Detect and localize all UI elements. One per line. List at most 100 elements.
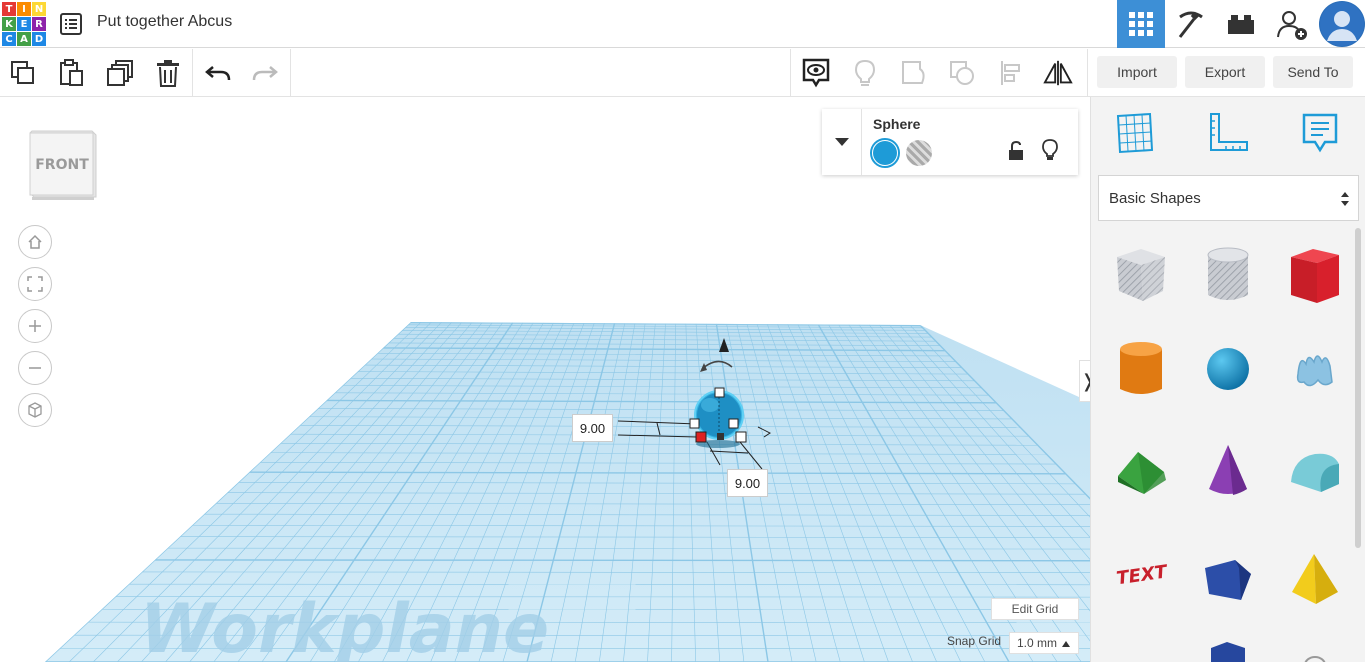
shape-round-roof[interactable] (1285, 439, 1345, 503)
redo-icon (252, 66, 278, 81)
grid-view-button[interactable] (1117, 0, 1165, 48)
edit-toolbar: Import Export Send To (0, 49, 1365, 97)
send-to-button[interactable]: Send To (1273, 56, 1353, 88)
panel-scrollbar[interactable] (1355, 228, 1361, 548)
edit-grid-button[interactable]: Edit Grid (991, 598, 1079, 620)
ungroup-button[interactable] (947, 58, 977, 88)
workplane-tool-button[interactable] (1113, 111, 1157, 155)
group-icon (902, 61, 925, 84)
logo-letter: R (32, 17, 46, 31)
pyramid-icon (1292, 554, 1338, 604)
logo-letter: N (32, 2, 46, 16)
group-button[interactable] (899, 58, 929, 88)
shape-roof[interactable] (1111, 439, 1171, 503)
blocks-button[interactable] (1167, 0, 1215, 48)
box-hole-icon (1117, 249, 1165, 301)
lock-button[interactable] (1008, 140, 1024, 166)
text-shape-icon: TEXT (1115, 561, 1170, 589)
redo-button[interactable] (250, 58, 280, 88)
torus-icon (1304, 656, 1326, 662)
3d-viewport[interactable]: Workplane FRONT 9.00 9.00 Sphere Edit Gr… (0, 97, 1090, 662)
top-header: TIN KER CAD Put together Abcus (0, 0, 1365, 48)
lightbulb-icon (854, 59, 876, 86)
minus-icon (29, 367, 41, 369)
undo-icon (205, 66, 231, 81)
shape-category-select[interactable]: Basic Shapes (1098, 175, 1359, 221)
shape-sphere[interactable] (1198, 337, 1258, 401)
shape-inspector: Sphere (822, 109, 1078, 175)
copy-button[interactable] (8, 58, 38, 88)
snap-grid-value: 1.0 mm (1017, 636, 1058, 650)
height-dimension-input[interactable]: 9.00 (572, 414, 613, 442)
shape-polygon[interactable] (1198, 641, 1258, 662)
notes-visibility-button[interactable] (801, 58, 831, 88)
shape-cylinder[interactable] (1111, 337, 1171, 401)
ruler-icon (1210, 113, 1248, 151)
view-cube[interactable]: FRONT (26, 125, 100, 201)
fit-icon (27, 276, 43, 292)
solid-color-swatch[interactable] (870, 138, 900, 168)
shapes-panel: Basic Shapes TEXT (1090, 97, 1365, 662)
shape-text[interactable]: TEXT (1111, 541, 1171, 605)
design-title[interactable]: Put together Abcus (97, 13, 232, 31)
ungroup-icon (950, 61, 974, 85)
pickaxe-icon (1178, 11, 1203, 38)
plus-icon (29, 320, 41, 332)
inspector-shape-name: Sphere (873, 116, 921, 132)
hole-swatch[interactable] (906, 140, 932, 166)
duplicate-button[interactable] (105, 58, 135, 88)
view-cube-front-label: FRONT (35, 157, 89, 173)
sphere-icon (1207, 348, 1249, 390)
note-icon (1302, 113, 1338, 153)
shape-cylinder-hole[interactable] (1198, 243, 1258, 307)
caret-up-icon (1062, 641, 1070, 647)
delete-button[interactable] (153, 58, 183, 88)
user-avatar[interactable] (1319, 1, 1365, 47)
zoom-out-button[interactable] (18, 351, 52, 385)
cube-icon (28, 402, 42, 418)
shape-box-hole[interactable] (1111, 243, 1171, 307)
bricks-button[interactable] (1217, 0, 1265, 48)
shape-torus[interactable] (1285, 649, 1345, 662)
svg-text:TEXT: TEXT (1115, 561, 1170, 589)
perspective-button[interactable] (18, 393, 52, 427)
duplicate-icon (107, 60, 133, 86)
unlock-icon (1009, 140, 1023, 160)
shape-scribble[interactable] (1285, 337, 1345, 401)
width-dimension-input[interactable]: 9.00 (727, 469, 768, 497)
mirror-button[interactable] (1043, 58, 1073, 88)
notes-tool-button[interactable] (1298, 111, 1342, 155)
snap-grid-select[interactable]: 1.0 mm (1009, 632, 1079, 654)
shape-wedge[interactable] (1198, 547, 1258, 611)
shape-pyramid[interactable] (1285, 547, 1345, 611)
export-button[interactable]: Export (1185, 56, 1265, 88)
scribble-icon (1296, 355, 1333, 387)
paste-button[interactable] (56, 58, 86, 88)
brick-icon (1228, 15, 1254, 34)
box-icon (1291, 249, 1339, 303)
logo-letter: A (17, 32, 31, 46)
workplane-canvas[interactable]: Workplane (0, 97, 1090, 662)
tinkercad-logo[interactable]: TIN KER CAD (2, 2, 46, 46)
avatar-icon (1320, 2, 1364, 46)
home-view-button[interactable] (18, 225, 52, 259)
fit-view-button[interactable] (18, 267, 52, 301)
invite-user-button[interactable] (1268, 0, 1316, 48)
inspector-collapse-button[interactable] (822, 109, 862, 175)
caret-down-icon (834, 138, 849, 146)
logo-letter: C (2, 32, 16, 46)
add-user-icon (1277, 11, 1307, 40)
align-button[interactable] (996, 58, 1026, 88)
shape-box[interactable] (1285, 243, 1345, 307)
undo-button[interactable] (203, 58, 233, 88)
show-all-button[interactable] (850, 58, 880, 88)
paste-icon (60, 59, 83, 86)
ruler-tool-button[interactable] (1206, 111, 1250, 155)
design-list-icon[interactable] (60, 13, 82, 35)
wedge-icon (1205, 560, 1251, 600)
polygon-icon (1211, 642, 1245, 662)
zoom-in-button[interactable] (18, 309, 52, 343)
visibility-button[interactable] (1042, 139, 1058, 166)
import-button[interactable]: Import (1097, 56, 1177, 88)
shape-cone[interactable] (1198, 439, 1258, 503)
